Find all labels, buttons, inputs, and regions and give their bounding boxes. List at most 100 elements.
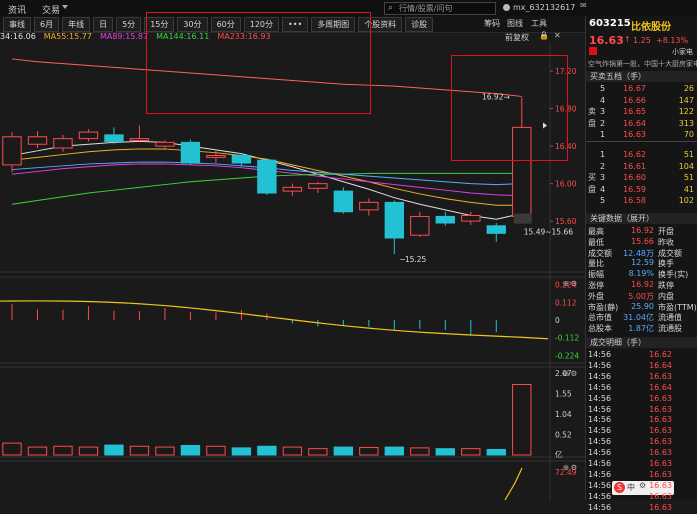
- tick-row: 14:56 16.63: [586, 415, 697, 426]
- volume-bar: [231, 447, 252, 456]
- key-value: 8.19%: [628, 269, 654, 279]
- candle-body: [180, 141, 201, 164]
- candle-body: [231, 155, 252, 164]
- close-icon[interactable]: ✕: [554, 31, 561, 40]
- ask-row: 5 16.67 26: [586, 84, 697, 95]
- tick-row: 14:56 16.62: [586, 350, 697, 361]
- tab-6month[interactable]: 6月: [34, 16, 60, 32]
- price-highlight-box: [513, 213, 532, 224]
- key-data-row: 外盘 5.00万 内盘: [586, 291, 697, 302]
- stock-name: 比依股份: [631, 22, 671, 33]
- tab-year[interactable]: 年线: [62, 16, 91, 32]
- adjust-label[interactable]: 前复权: [505, 32, 529, 43]
- price-tick-label: 17.20: [555, 67, 577, 76]
- tab-120min[interactable]: 120分: [243, 16, 280, 32]
- ask-price: 16.64: [623, 118, 646, 128]
- candle-body: [206, 155, 226, 158]
- volume-bar: [2, 442, 22, 456]
- key-data-row: 量比 12.59 换手: [586, 258, 697, 269]
- macd-signal-line: [0, 300, 549, 340]
- search-box[interactable]: ⌕ 行情/股票/问句: [384, 2, 496, 15]
- ask-volume: 122: [678, 107, 694, 116]
- bid-volume: 104: [678, 161, 694, 171]
- tick-price: 16.63: [649, 371, 672, 381]
- ask-level: 1: [600, 130, 606, 139]
- volume-tick-label: 1.04: [555, 410, 572, 419]
- menu-news[interactable]: 资讯: [8, 3, 26, 16]
- macd-tick-label: 0.112: [555, 298, 577, 307]
- candle-body: [104, 134, 124, 142]
- tick-price: 16.63: [649, 491, 672, 501]
- tick-time: 14:56: [588, 469, 612, 479]
- avatar[interactable]: [503, 4, 510, 11]
- more-button[interactable]: •••: [282, 16, 309, 32]
- lock-icon[interactable]: 🔒: [539, 31, 549, 40]
- tab-30min[interactable]: 30分: [177, 16, 208, 32]
- bid-volume: 51: [683, 173, 694, 182]
- key-data-row: 成交额 12.48万 成交额: [586, 248, 697, 259]
- keydata-header[interactable]: 关键数据（展开）: [586, 213, 697, 224]
- volume-tick-label: 1.55: [555, 390, 572, 399]
- ask-price: 16.66: [623, 95, 646, 105]
- tick-price: 16.64: [649, 382, 672, 392]
- candle-body: [257, 159, 277, 194]
- account-name[interactable]: mx_632132617: [513, 3, 575, 12]
- key-value: 16.92: [631, 280, 654, 289]
- ask-price: 16.67: [623, 84, 646, 93]
- key-data-row: 总股本 1.87亿 流通股: [586, 323, 697, 334]
- tools-tab[interactable]: 工具: [531, 18, 547, 29]
- tab-15min[interactable]: 15分: [144, 16, 175, 32]
- tick-time: 14:56: [588, 393, 612, 403]
- volume-bar: [384, 446, 405, 456]
- price-tick-label: 16.40: [555, 142, 577, 151]
- menu-trade[interactable]: 交易: [42, 3, 60, 16]
- ma-legend-item: 34:16.06: [0, 32, 36, 41]
- stock-chart[interactable]: 17.20 16.80 16.40 16.00 15.60 16.92→ ─15.25 15.…: [0, 43, 585, 500]
- ask-row: 2 16.64 313: [586, 119, 697, 130]
- tab-5min[interactable]: 5分: [116, 16, 142, 32]
- stock-profile-button[interactable]: 个股资料: [358, 16, 403, 32]
- industry-label[interactable]: 小家电: [672, 47, 693, 57]
- ma-legend-item: MA144:16.11: [156, 32, 210, 41]
- ma-legend: 34:16.06 MA55:15.77 MA89:15.87 MA144:16.11 M…: [0, 32, 560, 43]
- candle-body: [27, 136, 48, 145]
- tick-time: 14:56: [588, 382, 612, 392]
- tick-row: 14:56 16.63: [586, 492, 697, 503]
- tick-row: 14:56 16.63: [586, 405, 697, 416]
- company-desc: 空气炸锅第一股，中国十大厨房家电: [588, 60, 697, 68]
- bid-row: 4 16.59 41: [586, 185, 697, 196]
- tick-price: 16.63: [649, 459, 672, 468]
- volume-tick-label: 2.07: [555, 369, 572, 378]
- bid-level: 1: [600, 150, 606, 159]
- indicator-line: [504, 467, 523, 500]
- range-label: 15.49~15.66: [524, 228, 573, 237]
- tick-price: 16.63: [649, 404, 672, 414]
- ticks-header: 成交明细（手）: [586, 337, 697, 348]
- tab-60min[interactable]: 60分: [210, 16, 241, 32]
- tab-tick[interactable]: 事线: [3, 16, 31, 32]
- candle-body: [129, 138, 150, 141]
- key-label: 涨停: [588, 281, 604, 290]
- low-price-label: ─15.25: [399, 255, 426, 264]
- key-label: 换手(实): [658, 270, 689, 280]
- lines-tab[interactable]: 图线: [507, 18, 523, 29]
- candle-body: [78, 131, 99, 140]
- ask-level: 5: [600, 84, 606, 93]
- candle-body: [512, 126, 532, 217]
- ask-level: 2: [600, 118, 606, 128]
- chevron-down-icon[interactable]: [62, 5, 68, 9]
- key-value: 31.04亿: [623, 313, 654, 323]
- volume-bar: [27, 446, 48, 456]
- mail-icon[interactable]: ✉: [580, 1, 587, 10]
- price-pointer-icon: [543, 122, 547, 129]
- volume-bar: [129, 445, 150, 456]
- quote-panel: 603215 比依股份 16.63 ↑ 1.25 +8.13% 小家电 空气炸锅…: [585, 16, 697, 512]
- chips-tab[interactable]: 筹码: [484, 18, 500, 29]
- key-data-row: 总市值 31.04亿 流通值: [586, 312, 697, 323]
- tab-day[interactable]: 日: [93, 16, 114, 32]
- price-change-pct: +8.13%: [656, 36, 689, 45]
- key-label: 最低: [588, 237, 604, 247]
- diagnose-button[interactable]: 诊股: [405, 16, 434, 32]
- key-data-row: 最高 16.92 开盘: [586, 226, 697, 237]
- multi-period-button[interactable]: 多周期图: [311, 16, 356, 32]
